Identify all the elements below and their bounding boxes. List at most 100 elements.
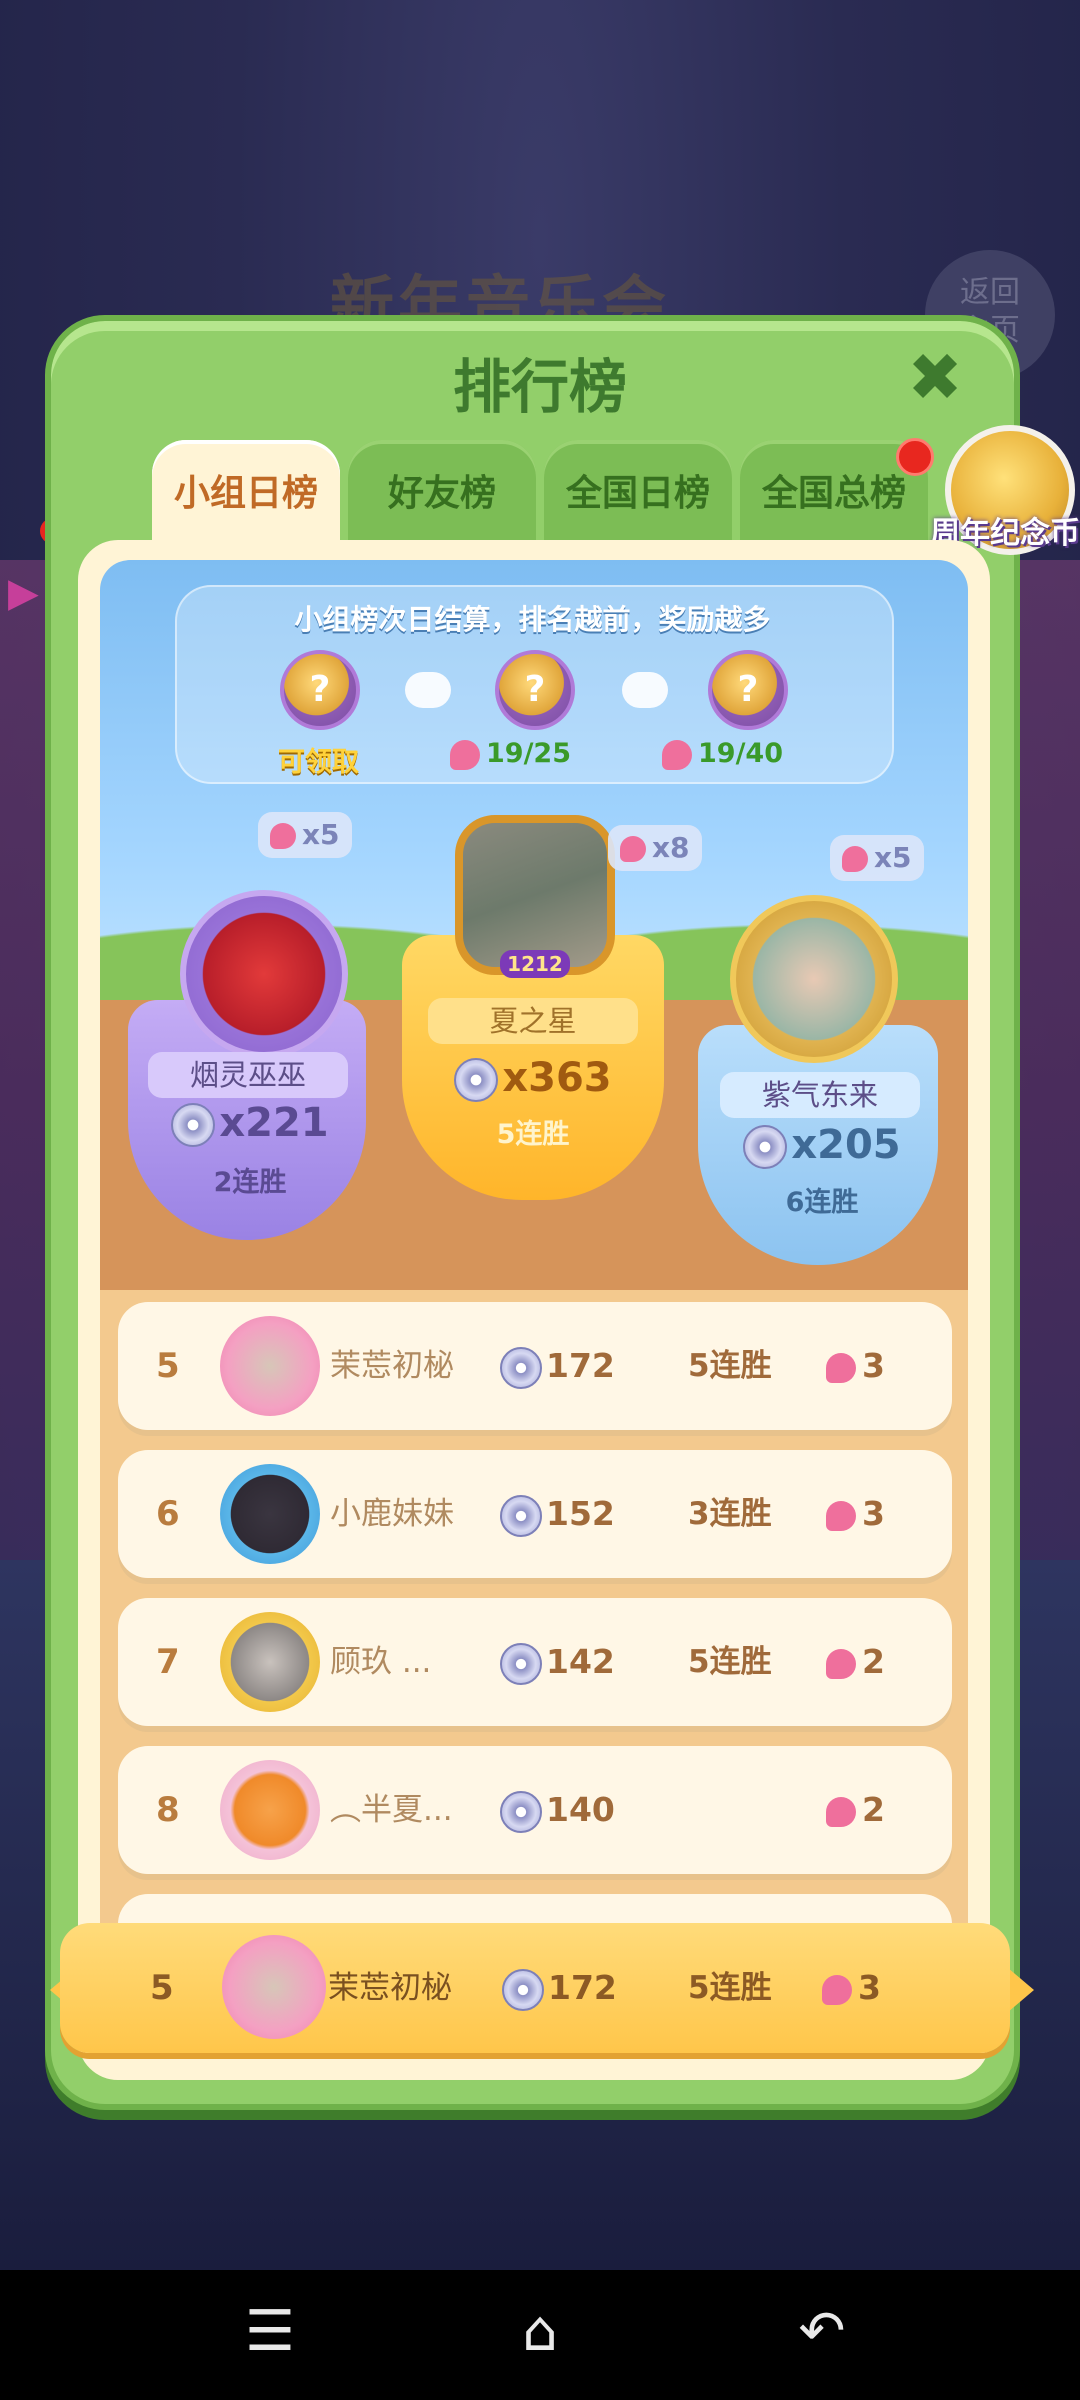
reward-progress-value: 19/40 — [698, 738, 784, 769]
score-value: 172 — [546, 1346, 615, 1385]
disc-icon — [171, 1103, 216, 1147]
player-name: 小鹿妹妹 — [330, 1496, 454, 1532]
avatar[interactable] — [220, 1612, 320, 1712]
rank-number: 7 — [156, 1642, 180, 1682]
rank-number: 8 — [156, 1790, 180, 1830]
feather-count: 2 — [862, 1642, 885, 1681]
self-row-tip-right — [1008, 1968, 1034, 2012]
feather-count: x5 — [874, 841, 912, 874]
feather-icon — [842, 846, 868, 872]
feather-icon — [826, 1796, 856, 1827]
disc-icon — [454, 1058, 499, 1102]
feathers: 3 — [826, 1450, 885, 1578]
avatar[interactable] — [220, 1464, 320, 1564]
feather-count: x8 — [652, 831, 690, 864]
menu-icon[interactable]: ☰ — [230, 2302, 310, 2362]
feather-icon — [662, 739, 692, 770]
streak-third: 6连胜 — [785, 1187, 859, 1218]
feather-count-bubble: x5 — [258, 812, 352, 858]
ranking-row[interactable]: 7 顾玖 ... 142 5连胜 2 — [118, 1598, 952, 1726]
player-name-third: 紫气东来 — [720, 1072, 920, 1118]
score: 142 — [500, 1598, 615, 1726]
score-value: 140 — [546, 1790, 615, 1829]
streak-second: 2连胜 — [213, 1167, 287, 1198]
close-button[interactable]: ✖ — [905, 345, 965, 411]
avatar[interactable] — [222, 1935, 326, 2039]
reward-bag-icon[interactable]: ? — [708, 650, 788, 730]
notification-dot — [896, 438, 934, 476]
player-name: 茉莣初柲 — [328, 1970, 452, 2006]
disc-icon — [502, 1968, 544, 2011]
reward-status-claimable[interactable]: 可领取 — [278, 740, 359, 779]
player-name-second: 烟灵巫巫 — [148, 1052, 348, 1098]
streak-first: 5连胜 — [496, 1119, 570, 1150]
feathers: 3 — [826, 1302, 885, 1430]
feather-count: 2 — [862, 1790, 885, 1829]
score: 140 — [500, 1746, 615, 1874]
back-icon[interactable]: ↶ — [782, 2302, 862, 2362]
score-first: x363 — [418, 1055, 648, 1102]
avatar[interactable] — [220, 1316, 320, 1416]
score-second: x221 — [140, 1100, 360, 1147]
feather-count: 3 — [858, 1968, 881, 2007]
score-value: x363 — [502, 1055, 612, 1101]
disc-icon — [500, 1642, 542, 1685]
feathers: 3 — [822, 1923, 881, 2053]
win-streak: 5连胜 — [688, 1348, 772, 1384]
reward-progress-value: 19/25 — [486, 738, 572, 769]
score: 172 — [500, 1302, 615, 1430]
reward-progress-3: 19/40 — [662, 738, 783, 770]
feather-icon — [826, 1352, 856, 1383]
tab-group-daily[interactable]: 小组日榜 — [152, 440, 340, 540]
ranking-row[interactable]: 8 ︵半夏... 140 2 — [118, 1746, 952, 1874]
reward-rule-text: 小组榜次日结算，排名越前，奖励越多 — [294, 603, 771, 636]
feather-icon — [270, 823, 296, 849]
feather-count: 3 — [862, 1346, 885, 1385]
reward-progress-2: 19/25 — [450, 738, 571, 770]
reward-bag-icon[interactable]: ? — [280, 650, 360, 730]
rank-number: 5 — [150, 1968, 174, 2008]
feather-icon — [620, 836, 646, 862]
feathers: 2 — [826, 1746, 885, 1874]
arrow-right-icon — [622, 672, 668, 708]
disc-icon — [500, 1346, 542, 1389]
home-icon[interactable]: ⌂ — [500, 2302, 580, 2362]
disc-icon — [743, 1125, 788, 1169]
feather-count: 3 — [862, 1494, 885, 1533]
badge-label: 1212 — [500, 950, 570, 978]
side-arrow-icon: ▶ — [8, 570, 39, 616]
score-value: x221 — [219, 1100, 329, 1146]
score: 172 — [502, 1923, 617, 2053]
rank-number: 5 — [156, 1346, 180, 1386]
feather-count: x5 — [302, 818, 340, 851]
player-name: 顾玖 ... — [330, 1644, 432, 1680]
feather-icon — [450, 739, 480, 770]
tab-national-daily[interactable]: 全国日榜 — [544, 440, 732, 540]
feather-icon — [826, 1648, 856, 1679]
feather-icon — [822, 1974, 852, 2005]
avatar-second[interactable] — [180, 890, 348, 1058]
win-streak: 3连胜 — [688, 1496, 772, 1532]
score-value: 142 — [546, 1642, 615, 1681]
reward-bag-icon[interactable]: ? — [495, 650, 575, 730]
score-third: x205 — [712, 1122, 932, 1169]
avatar[interactable] — [220, 1760, 320, 1860]
rank-number: 6 — [156, 1494, 180, 1534]
win-streak: 5连胜 — [688, 1970, 772, 2006]
my-ranking-row[interactable]: 5 茉莣初柲 172 5连胜 3 — [60, 1923, 1010, 2053]
disc-icon — [500, 1494, 542, 1537]
disc-icon — [500, 1790, 542, 1833]
feather-count-bubble: x5 — [830, 835, 924, 881]
ranking-row[interactable]: 6 小鹿妹妹 152 3连胜 3 — [118, 1450, 952, 1578]
ranking-row[interactable]: 5 茉莣初柲 172 5连胜 3 — [118, 1302, 952, 1430]
score-value: x205 — [791, 1122, 901, 1168]
score: 152 — [500, 1450, 615, 1578]
player-name: 茉莣初柲 — [330, 1348, 454, 1384]
tab-friends[interactable]: 好友榜 — [348, 440, 536, 540]
win-streak: 5连胜 — [688, 1644, 772, 1680]
score-value: 152 — [546, 1494, 615, 1533]
player-name-first: 夏之星 — [428, 998, 638, 1044]
avatar-third[interactable] — [730, 895, 898, 1063]
feather-icon — [826, 1500, 856, 1531]
score-value: 172 — [548, 1968, 617, 2007]
